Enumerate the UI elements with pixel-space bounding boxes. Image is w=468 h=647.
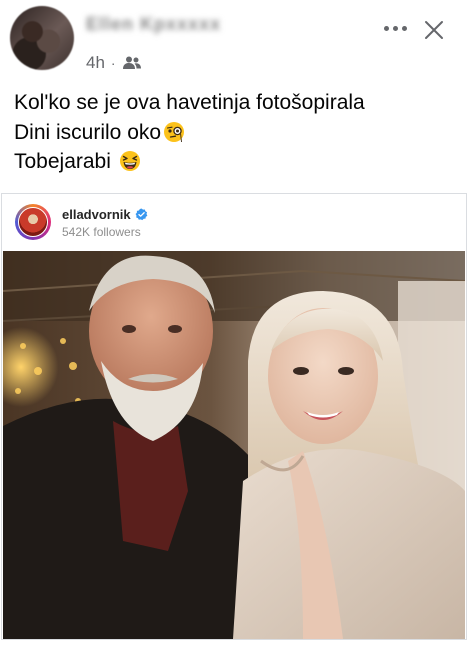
verified-badge-icon [135, 208, 147, 221]
author-avatar[interactable] [10, 6, 74, 70]
post-text-line: Kol'ko se je ova havetinja fotošopirala [14, 91, 365, 114]
more-options-button[interactable] [378, 16, 412, 40]
close-icon[interactable] [422, 18, 446, 42]
friends-icon[interactable] [122, 55, 142, 71]
instagram-avatar-image [18, 207, 48, 237]
post-text-line: Dini iscurilo oko [14, 118, 454, 148]
post-header: Ellen Kpxxxxx 4h · [0, 0, 468, 80]
more-dot-icon [383, 25, 389, 31]
post-text-line: Tobejarabi [14, 147, 454, 177]
selfie-photo-illustration [3, 251, 465, 639]
author-name[interactable]: Ellen Kpxxxxx [86, 14, 246, 38]
instagram-username[interactable]: elladvornik [62, 207, 148, 222]
instagram-username-text: elladvornik [62, 207, 131, 222]
more-dot-icon [392, 25, 398, 31]
instagram-followers: 542K followers [62, 225, 141, 239]
laughing-squinting-emoji-icon [119, 151, 140, 171]
embedded-selfie-photo[interactable] [3, 251, 465, 639]
post-message: Kol'ko se je ova havetinja fotošopirala … [14, 88, 454, 177]
instagram-embed-header: elladvornik 542K followers [2, 194, 466, 250]
more-dot-icon [401, 25, 407, 31]
instagram-embed[interactable]: elladvornik 542K followers [1, 193, 467, 640]
post-time[interactable]: 4h [86, 53, 105, 73]
post-meta: 4h · [86, 52, 142, 74]
monocle-face-emoji-icon [164, 121, 185, 142]
meta-separator: · [110, 55, 116, 71]
instagram-avatar[interactable] [15, 204, 51, 240]
